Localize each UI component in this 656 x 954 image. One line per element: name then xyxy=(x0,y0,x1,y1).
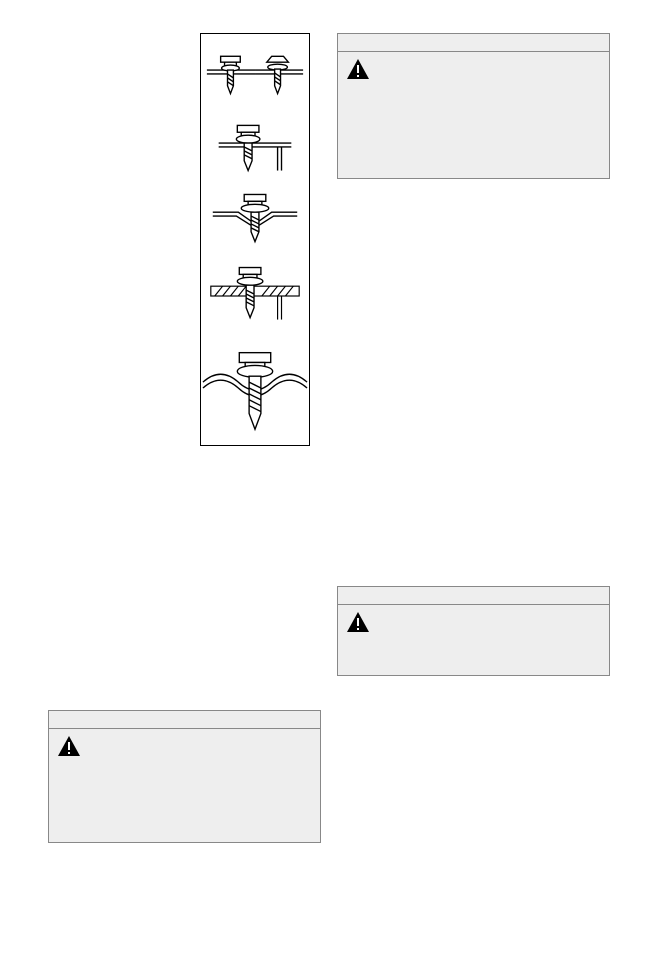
warning-box-top xyxy=(337,33,610,179)
screw-countersink-icon xyxy=(201,184,309,256)
warning-box-bottom-body xyxy=(49,729,320,842)
warning-triangle-icon xyxy=(346,611,370,633)
screw-illustrations-panel xyxy=(200,33,310,446)
warning-box-mid xyxy=(337,586,610,676)
illustration-screw-countersink xyxy=(201,184,309,256)
page xyxy=(0,0,656,954)
illustration-screw-corrugated xyxy=(201,336,309,441)
illustration-screw-bracket xyxy=(201,109,309,184)
warning-triangle-icon xyxy=(346,58,370,80)
warning-box-mid-header xyxy=(338,587,609,605)
warning-box-mid-body xyxy=(338,605,609,675)
illustration-screw-wood xyxy=(201,256,309,336)
screw-corrugated-icon xyxy=(201,336,309,441)
warning-box-top-body xyxy=(338,52,609,178)
screw-wood-icon xyxy=(201,256,309,336)
warning-box-top-header xyxy=(338,34,609,52)
illustration-two-screws xyxy=(201,34,309,109)
warning-box-bottom-header xyxy=(49,711,320,729)
screw-bracket-icon xyxy=(201,109,309,184)
two-screws-icon xyxy=(201,34,309,109)
warning-triangle-icon xyxy=(57,735,81,757)
warning-box-bottom xyxy=(48,710,321,843)
